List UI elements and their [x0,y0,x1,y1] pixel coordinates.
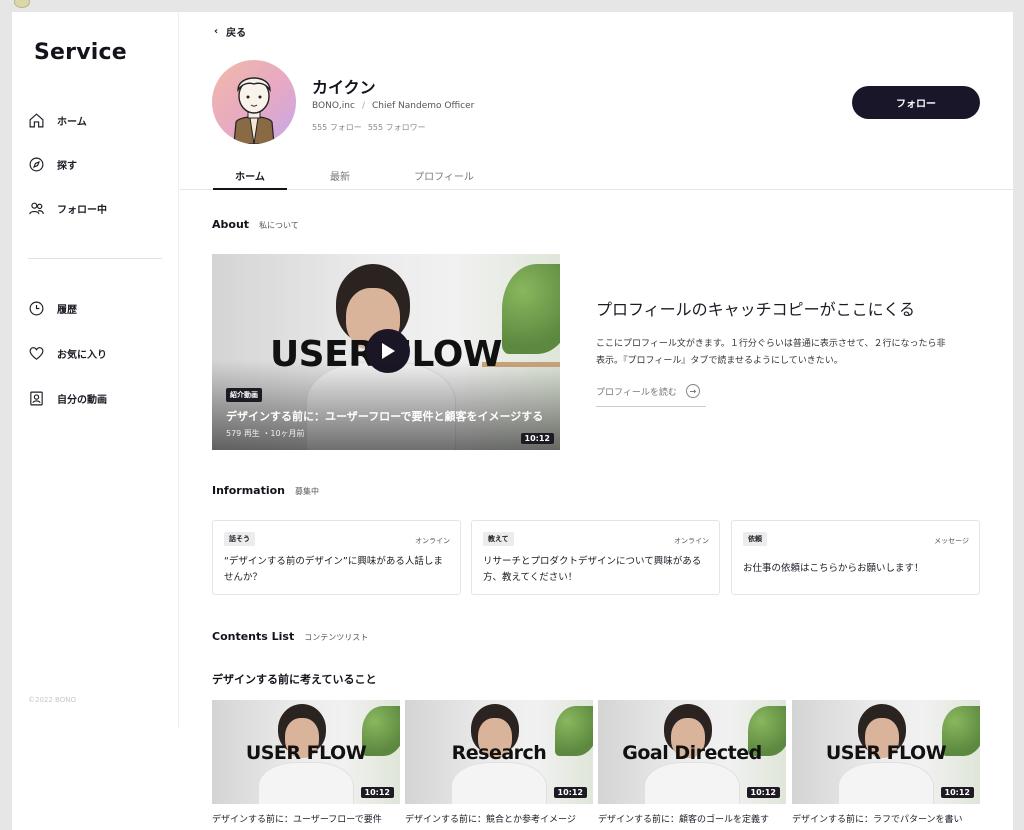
chevron-left-icon: ‹ [214,26,219,37]
info-card[interactable]: 話そう オンライン “デザインする前のデザイン”に興味がある人話しませんか？ [212,520,461,595]
arrow-right-circle-icon: → [685,384,700,398]
people-icon [29,202,44,215]
video-duration: 10:12 [940,787,974,798]
content-caption[interactable]: デザインする前に：競合とか参考イメージ [405,812,593,825]
following-count[interactable]: 555 フォロー [312,122,362,133]
video-title[interactable]: デザインする前に：ユーザーフローで要件と顧客をイメージする [226,408,543,424]
about-section-heading: About 私について [212,218,299,231]
tab-latest[interactable]: 最新 [310,168,370,190]
profile-affiliation: BONO,inc / Chief Nandemo Officer [312,101,474,111]
thumbnail-text: Goal Directed [622,742,762,764]
content-caption[interactable]: デザインする前に：ラフでパターンを書い [792,812,980,825]
info-kind: メッセージ [934,537,969,545]
home-icon [29,113,44,128]
sidebar-item-following[interactable]: フォロー中 [28,200,107,217]
avatar[interactable] [212,60,296,144]
information-section-heading: Information 募集中 [212,484,319,497]
featured-video[interactable]: USER FLOW 紹介動画 デザインする前に：ユーザーフローで要件と顧客をイメ… [212,254,560,450]
thumbnail-text: USER FLOW [245,742,367,764]
app-frame: Service ホーム 探す フォロー中 履歴 お気に入り 自分の動画 ©202… [12,12,1013,830]
compass-icon [29,157,44,172]
sidebar-item-label: お気に入り [57,350,107,361]
app-logo[interactable]: Service [34,40,127,65]
video-duration: 10:12 [360,787,394,798]
playlist-title[interactable]: デザインする前に考えていること [212,671,376,687]
content-card[interactable]: Research 10:12 [405,700,593,804]
heart-icon [29,347,44,360]
corner-badge-icon [14,0,30,8]
presenter-body [258,762,354,804]
video-duration: 10:12 [746,787,780,798]
user-square-icon [30,391,43,406]
section-title: Contents List [212,630,295,643]
video-meta: 579 再生 ・10ヶ月前 [226,429,305,438]
presenter-body [838,762,934,804]
back-label: 戻る [226,28,247,39]
sidebar: Service ホーム 探す フォロー中 履歴 お気に入り 自分の動画 ©202… [12,12,179,728]
content-caption[interactable]: デザインする前に：顧客のゴールを定義す [598,812,786,825]
content-caption[interactable]: デザインする前に：ユーザーフローで要件 [212,812,400,825]
info-kind: オンライン [415,537,450,545]
sidebar-item-home[interactable]: ホーム [28,112,87,129]
profile-name: カイクン [312,78,376,97]
sidebar-item-label: ホーム [57,117,87,128]
thumbnail-text: USER FLOW [825,742,947,764]
sidebar-item-history[interactable]: 履歴 [28,300,77,317]
profile-catchcopy: プロフィールのキャッチコピーがここにくる [596,300,916,319]
thumbnail-text: Research [451,742,547,764]
company-name: BONO,inc [312,101,355,111]
separator: / [361,101,365,111]
sidebar-item-favorites[interactable]: お気に入り [28,345,107,362]
contents-section-heading: Contents List コンテンツリスト [212,630,368,643]
info-text: リサーチとプロダクトデザインについて興味がある方、教えてください！ [483,556,702,583]
video-duration: 10:12 [520,433,554,444]
clock-icon [29,301,44,316]
sidebar-item-label: フォロー中 [57,205,107,216]
play-icon [382,343,395,359]
profile-stats: 555 フォロー 555 フォロワー [312,122,426,133]
info-tag: 教えて [483,532,514,546]
follower-count[interactable]: 555 フォロワー [368,122,426,133]
avatar-illustration [233,77,275,144]
info-text: “デザインする前のデザイン”に興味がある人話しませんか？ [224,556,443,583]
info-card[interactable]: 依頼 メッセージ お仕事の依頼はこちらからお願いします！ [731,520,980,595]
read-profile-label: プロフィールを読む [596,387,677,398]
content-card[interactable]: USER FLOW 10:12 [792,700,980,804]
section-subtitle: 私について [259,221,299,230]
profile-tabs: ホーム 最新 プロフィール [180,162,1013,190]
tab-profile[interactable]: プロフィール [400,168,488,190]
presenter-body [644,762,740,804]
info-tag: 依頼 [743,532,767,546]
sidebar-item-explore[interactable]: 探す [28,156,77,173]
sidebar-item-label: 履歴 [57,305,77,316]
sidebar-divider [28,258,162,259]
profile-bio: ここにプロフィール文がきます。１行分ぐらいは普通に表示させて、２行になったら非表… [596,339,946,366]
follow-button[interactable]: フォロー [852,86,980,119]
read-profile-link[interactable]: プロフィールを読む → [596,384,706,407]
section-subtitle: コンテンツリスト [304,633,369,642]
content-card[interactable]: USER FLOW 10:12 [212,700,400,804]
job-title: Chief Nandemo Officer [371,101,475,111]
info-kind: オンライン [674,537,709,545]
sidebar-item-label: 自分の動画 [57,395,107,406]
video-duration: 10:12 [553,787,587,798]
info-tag: 話そう [224,532,255,546]
section-title: Information [212,484,285,497]
sidebar-item-my-videos[interactable]: 自分の動画 [28,390,107,407]
section-subtitle: 募集中 [295,487,319,496]
copyright: ©2022 BONO [28,696,76,704]
section-title: About [212,218,250,231]
presenter-body [451,762,547,804]
content-card[interactable]: Goal Directed 10:12 [598,700,786,804]
tab-home[interactable]: ホーム [213,168,287,190]
main-content: ‹ 戻る カイクン BONO,inc / Chief Nandemo Offic… [180,12,1013,830]
back-button[interactable]: ‹ 戻る [214,24,246,39]
sidebar-item-label: 探す [57,161,77,172]
info-text: お仕事の依頼はこちらからお願いします！ [743,563,924,574]
video-badge: 紹介動画 [226,388,262,402]
info-card[interactable]: 教えて オンライン リサーチとプロダクトデザインについて興味がある方、教えてくだ… [471,520,720,595]
